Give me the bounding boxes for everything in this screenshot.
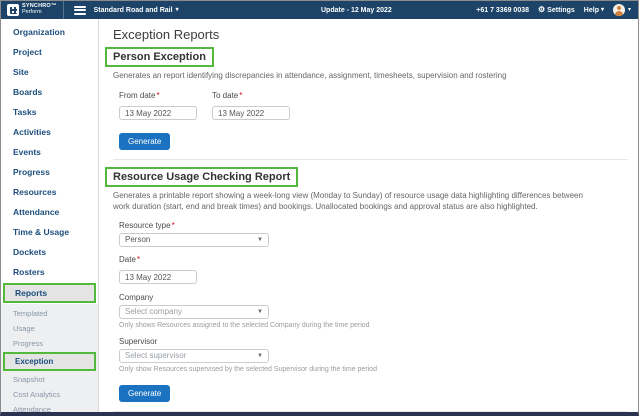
sidebar-subitem-snapshot[interactable]: Snapshot (1, 372, 98, 387)
settings-label: Settings (547, 6, 575, 14)
topbar: SYNCHRO™ Perform Standard Road and Rail … (1, 1, 638, 19)
sidebar-item-rosters[interactable]: Rosters (1, 262, 98, 282)
person-exception-description: Generates an report identifying discrepa… (113, 71, 507, 80)
sidebar-item-events[interactable]: Events (1, 142, 98, 162)
sidebar-item-resources[interactable]: Resources (1, 182, 98, 202)
main-content: Exception Reports Person Exception Gener… (99, 19, 638, 412)
sidebar-item-time-usage[interactable]: Time & Usage (1, 222, 98, 242)
date-input[interactable] (119, 270, 197, 285)
help-label: Help (583, 6, 599, 14)
reports-submenu: Templated Usage Progress Exception Snaps… (1, 304, 98, 412)
gear-icon: ⚙ (538, 5, 546, 14)
supervisor-placeholder: Select supervisor (125, 351, 187, 361)
to-date-label: To date (212, 91, 290, 100)
resource-usage-title: Resource Usage Checking Report (113, 170, 291, 183)
section-divider (113, 410, 628, 412)
synchro-logo-icon (7, 4, 19, 16)
brand-product: Perform (22, 9, 42, 15)
resource-usage-description: Generates a printable report showing a w… (113, 190, 583, 212)
page-title: Exception Reports (113, 27, 220, 42)
resource-type-value: Person (125, 235, 151, 245)
person-exception-annotation-box: Person Exception (105, 47, 214, 67)
from-date-input[interactable] (119, 106, 197, 121)
help-menu[interactable]: Help ▾ (584, 7, 604, 14)
company-help-text: Only shows Resources assigned to the sel… (119, 321, 370, 329)
section-divider (113, 158, 628, 160)
sidebar-subitem-templated[interactable]: Templated (1, 306, 98, 321)
chevron-down-icon: ▾ (600, 7, 604, 13)
update-status: Update - 12 May 2022 (321, 6, 392, 14)
exception-annotation-box: Exception (3, 352, 96, 371)
to-date-input[interactable] (212, 106, 290, 121)
user-menu[interactable]: ▾ (612, 4, 631, 16)
sidebar-subitem-cost-analytics[interactable]: Cost Analytics (1, 387, 98, 402)
sidebar-item-tasks[interactable]: Tasks (1, 102, 98, 122)
from-date-label: From date (119, 91, 212, 100)
sidebar-subitem-attendance[interactable]: Attendance (1, 402, 98, 412)
sidebar-subitem-progress[interactable]: Progress (1, 336, 98, 351)
sidebar-item-progress[interactable]: Progress (1, 162, 98, 182)
sidebar-item-organization[interactable]: Organization (1, 22, 98, 42)
brand-logo: SYNCHRO™ Perform (1, 1, 64, 19)
company-select[interactable]: Select company ▼ (119, 304, 269, 319)
company-placeholder: Select company (125, 307, 182, 317)
resource-type-label: Resource type (119, 221, 628, 230)
date-label: Date (119, 255, 628, 264)
sidebar-item-boards[interactable]: Boards (1, 82, 98, 102)
sidebar-item-reports[interactable]: Reports (5, 285, 94, 301)
project-selector-label: Standard Road and Rail (93, 6, 173, 14)
supervisor-help-text: Only show Resources supervised by the se… (119, 365, 377, 373)
chevron-down-icon: ▼ (257, 308, 263, 315)
project-selector[interactable]: Standard Road and Rail ▾ (94, 7, 179, 14)
settings-button[interactable]: ⚙ Settings (538, 6, 575, 14)
supervisor-label: Supervisor (119, 336, 158, 346)
sidebar-item-attendance[interactable]: Attendance (1, 202, 98, 222)
phone-number: +61 7 3369 0038 (476, 6, 529, 14)
sidebar-subitem-usage[interactable]: Usage (1, 321, 98, 336)
sidebar-item-activities[interactable]: Activities (1, 122, 98, 142)
generate-resource-usage-button[interactable]: Generate (119, 384, 171, 402)
company-label: Company (119, 292, 154, 302)
reports-annotation-box: Reports (3, 283, 96, 303)
sidebar-item-dockets[interactable]: Dockets (1, 242, 98, 262)
generate-person-exception-button[interactable]: Generate (119, 132, 171, 150)
menu-icon[interactable] (73, 5, 86, 15)
resource-type-select[interactable]: Person ▼ (119, 232, 269, 247)
sidebar: Organization Project Site Boards Tasks A… (1, 19, 99, 412)
chevron-down-icon: ▼ (257, 352, 263, 359)
chevron-down-icon: ▾ (175, 7, 179, 13)
resource-usage-annotation-box: Resource Usage Checking Report (105, 166, 299, 187)
sidebar-item-project[interactable]: Project (1, 42, 98, 62)
person-exception-title: Person Exception (113, 51, 206, 63)
supervisor-select[interactable]: Select supervisor ▼ (119, 348, 269, 363)
sidebar-item-site[interactable]: Site (1, 62, 98, 82)
app-window: SYNCHRO™ Perform Standard Road and Rail … (0, 0, 639, 416)
avatar (612, 4, 625, 16)
chevron-down-icon: ▼ (257, 236, 263, 243)
sidebar-subitem-exception[interactable]: Exception (5, 354, 94, 369)
chevron-down-icon: ▾ (627, 7, 631, 13)
